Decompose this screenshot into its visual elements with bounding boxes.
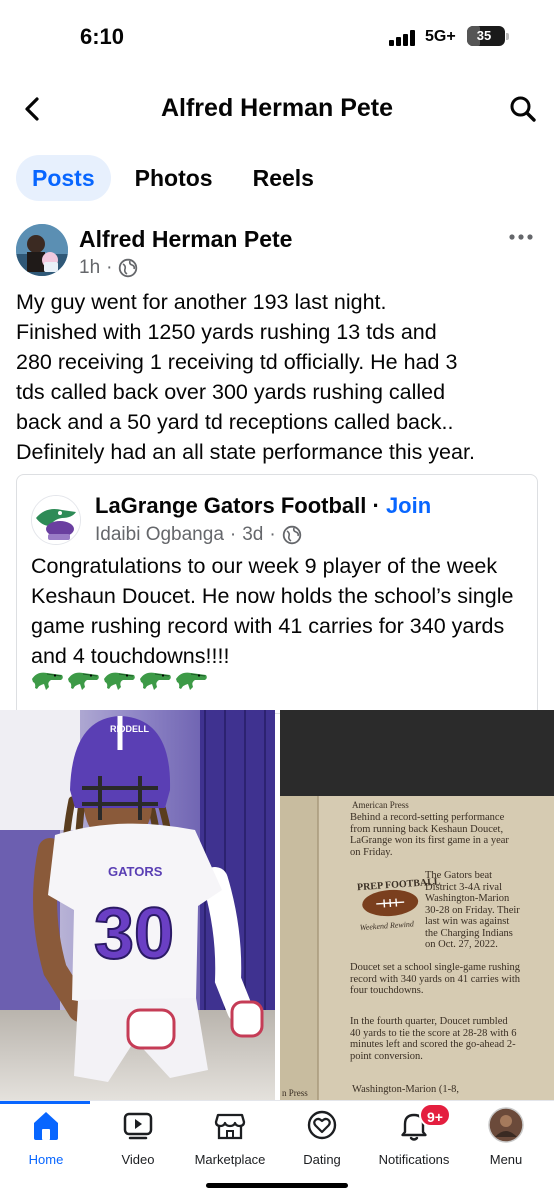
network-type: 5G+: [425, 28, 456, 45]
nav-notifications[interactable]: 9+ Notifications: [369, 1103, 459, 1167]
post-author-name[interactable]: Alfred Herman Pete: [79, 226, 292, 253]
nav-label-dating: Dating: [303, 1152, 341, 1167]
page-logo[interactable]: [31, 495, 81, 545]
newspaper-photo[interactable]: American Press Behind a record-setting p…: [280, 710, 554, 1100]
shared-page-name[interactable]: LaGrange Gators Football: [95, 493, 366, 518]
page-title: Alfred Herman Pete: [160, 94, 394, 122]
shared-post-card[interactable]: LaGrange Gators Football · Join Idaibi O…: [16, 474, 538, 714]
profile-header: Alfred Herman Pete: [0, 80, 554, 140]
nav-home[interactable]: Home: [1, 1107, 91, 1167]
shared-separator: ·: [366, 493, 386, 518]
home-icon: [34, 1112, 58, 1140]
post-text: My guy went for another 193 last night. …: [16, 290, 475, 464]
globe-icon: [119, 258, 138, 278]
newspaper-paragraph-2: The Gators beat District 3-4A rival Wash…: [425, 870, 520, 950]
nav-label-home: Home: [28, 1152, 64, 1167]
more-options-icon[interactable]: [508, 232, 534, 242]
join-button[interactable]: Join: [386, 493, 431, 518]
nav-label-video: Video: [121, 1152, 155, 1167]
player-photo[interactable]: RIDDELL GATORS 30: [0, 710, 275, 1100]
notification-badge: 9+: [419, 1103, 451, 1127]
post-meta: 1h ·: [79, 257, 138, 279]
crocodile-emoji-icon: [140, 672, 171, 690]
profile-avatar-icon: [488, 1107, 524, 1143]
newspaper-paragraph-1: Behind a record-setting performance from…: [350, 812, 509, 858]
meta-separator: ·: [229, 524, 237, 545]
tab-reels[interactable]: Reels: [237, 155, 330, 201]
nav-marketplace[interactable]: Marketplace: [185, 1107, 275, 1167]
meta-separator: ·: [269, 524, 276, 545]
status-time: 6:10: [80, 24, 125, 49]
video-icon: [123, 1112, 153, 1140]
newspaper-paragraph-5: Washington-Marion (1-8,: [352, 1084, 459, 1095]
cellular-signal-icon: [389, 30, 419, 46]
meta-separator: ·: [106, 257, 113, 278]
battery-percent: 35: [476, 28, 492, 43]
tab-posts[interactable]: Posts: [16, 155, 111, 201]
shared-post-text: Congratulations to our week 9 player of …: [31, 554, 514, 668]
crocodile-emoji-icon: [104, 672, 135, 690]
battery-nub: [506, 33, 509, 40]
nav-label-marketplace: Marketplace: [194, 1152, 266, 1167]
nav-video[interactable]: Video: [93, 1107, 183, 1167]
shared-page-line: LaGrange Gators Football · Join: [95, 493, 431, 519]
marketplace-icon: [214, 1113, 246, 1140]
newspaper-paragraph-4: In the fourth quarter, Doucet rumbled 40…: [350, 1016, 517, 1062]
shared-meta: Idaibi Ogbanga · 3d ·: [95, 524, 302, 546]
status-bar: 6:10 5G+ 35: [0, 0, 554, 76]
nav-menu[interactable]: Menu: [461, 1107, 551, 1167]
active-tab-indicator: [0, 1101, 90, 1104]
nav-label-menu: Menu: [489, 1152, 523, 1167]
newspaper-paragraph-3: Doucet set a school single-game rushing …: [350, 962, 520, 996]
nav-dating[interactable]: Dating: [277, 1107, 367, 1167]
dating-icon: [307, 1110, 337, 1140]
shared-author[interactable]: Idaibi Ogbanga: [95, 524, 224, 546]
crocodile-emoji-icon: [176, 672, 207, 690]
search-icon[interactable]: [508, 94, 538, 124]
battery-icon: 35: [467, 26, 505, 46]
home-indicator: [206, 1183, 348, 1188]
jersey-team: GATORS: [108, 864, 163, 879]
post-time: 1h: [79, 257, 101, 278]
crocodile-emoji-row: [31, 667, 209, 693]
nav-label-notifications: Notifications: [378, 1152, 450, 1167]
newspaper-footer: n Press: [282, 1088, 308, 1098]
helmet-logo: RIDDELL: [110, 724, 149, 734]
globe-icon: [282, 525, 301, 545]
crocodile-emoji-icon: [68, 672, 99, 690]
crocodile-emoji-icon: [32, 672, 63, 690]
tab-photos[interactable]: Photos: [119, 155, 229, 201]
profile-tabs: Posts Photos Reels: [16, 155, 330, 201]
jersey-number: 30: [94, 894, 174, 974]
author-avatar[interactable]: [16, 224, 68, 276]
newspaper-source: American Press: [352, 800, 409, 810]
shared-time: 3d: [242, 524, 264, 545]
